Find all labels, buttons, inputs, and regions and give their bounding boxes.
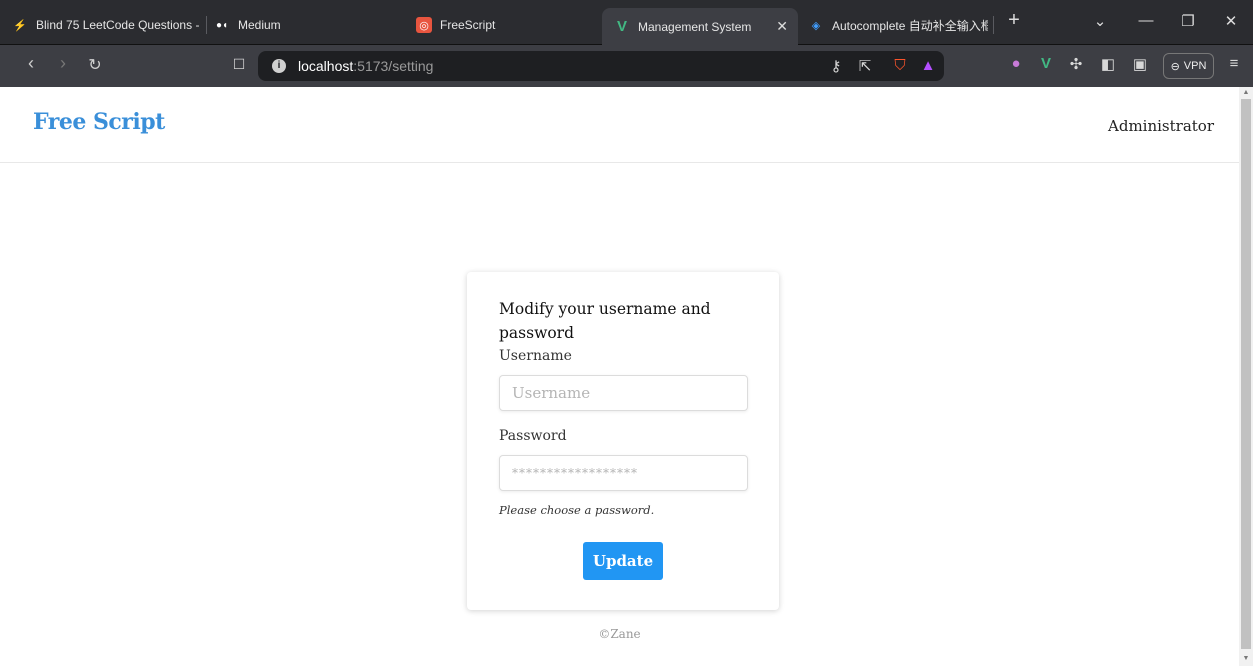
vue-devtools-icon[interactable]: V <box>1036 55 1056 72</box>
password-key-icon[interactable]: ⚷ <box>826 57 846 75</box>
forward-icon[interactable]: › <box>52 53 74 74</box>
settings-card: Modify your username and password Userna… <box>467 272 779 610</box>
vpn-icon: ⊖ <box>1170 60 1180 73</box>
restore-icon[interactable]: ❐ <box>1176 12 1200 30</box>
leetcode-icon: ⚡ <box>13 19 27 32</box>
tab-search-chevron-icon[interactable]: ⌄ <box>1088 12 1112 30</box>
scroll-up-icon[interactable]: ▲ <box>1242 89 1250 96</box>
user-menu[interactable]: Administrator <box>1108 117 1214 135</box>
share-icon[interactable]: ⇱ <box>855 57 875 75</box>
minimize-icon[interactable]: — <box>1134 12 1158 29</box>
username-input[interactable] <box>499 375 748 411</box>
tab-label: Blind 75 LeetCode Questions - Leet <box>36 18 202 32</box>
new-tab-icon[interactable]: + <box>1002 9 1026 32</box>
tab-label: FreeScript <box>440 18 496 32</box>
username-label: Username <box>499 348 572 364</box>
reload-icon[interactable]: ↻ <box>84 55 106 75</box>
form-title: Modify your username and password <box>499 300 711 342</box>
back-icon[interactable]: ‹ <box>20 53 42 74</box>
tab-label: Autocomplete 自动补全输入框 | Ele <box>832 18 988 33</box>
vpn-button[interactable]: ⊖ VPN <box>1163 53 1214 79</box>
close-window-icon[interactable]: ✕ <box>1219 12 1243 30</box>
medium-icon: ●◖ <box>215 19 229 31</box>
close-tab-icon[interactable]: ✕ <box>776 18 788 35</box>
app-header: Free Script Administrator <box>0 87 1239 163</box>
tab-autocomplete[interactable]: ◈ Autocomplete 自动补全输入框 | Ele <box>808 8 988 42</box>
web-page: Free Script Administrator Modify your us… <box>0 87 1239 666</box>
browser-toolbar: ‹ › ↻ ☐ i localhost:5173/setting ⚷ ⇱ ⛉ ▲… <box>0 45 1253 87</box>
url-host: localhost <box>298 58 354 74</box>
update-button[interactable]: Update <box>583 542 663 580</box>
tab-medium[interactable]: ●◖ Medium <box>214 8 394 42</box>
element-icon: ◈ <box>811 19 821 32</box>
tab-divider <box>993 16 994 34</box>
url-text: localhost:5173/setting <box>298 58 433 74</box>
menu-icon[interactable]: ≡ <box>1224 55 1244 72</box>
password-input[interactable] <box>499 455 748 491</box>
copyright-footer: ©Zane <box>598 627 641 641</box>
address-bar[interactable]: i localhost:5173/setting ⚷ ⇱ ⛉ ▲ <box>258 51 944 81</box>
brave-shield-icon[interactable]: ⛉ <box>890 57 910 74</box>
vpn-label: VPN <box>1183 60 1207 72</box>
freescript-icon: ◎ <box>416 17 432 33</box>
vue-icon: V <box>616 18 627 35</box>
scroll-down-icon[interactable]: ▼ <box>1242 655 1250 662</box>
tab-label: Medium <box>238 18 281 32</box>
bookmark-icon[interactable]: ☐ <box>228 56 250 73</box>
wallet-icon[interactable]: ▣ <box>1130 55 1150 73</box>
browser-window: ⚡ Blind 75 LeetCode Questions - Leet ●◖ … <box>0 0 1253 666</box>
brand-logo[interactable]: Free Script <box>33 109 165 135</box>
url-path: :5173/setting <box>353 58 434 74</box>
tab-leetcode[interactable]: ⚡ Blind 75 LeetCode Questions - Leet <box>12 8 202 42</box>
extensions-icon[interactable]: ✣ <box>1066 55 1086 73</box>
brave-rewards-icon[interactable]: ▲ <box>918 57 938 74</box>
site-info-icon[interactable]: i <box>272 59 286 73</box>
sidebar-icon[interactable]: ◧ <box>1098 55 1118 73</box>
tab-bar: ⚡ Blind 75 LeetCode Questions - Leet ●◖ … <box>0 0 1253 45</box>
password-hint: Please choose a password. <box>499 503 655 517</box>
extension-profile-icon[interactable]: ● <box>1006 55 1026 72</box>
tab-management-system[interactable]: V Management System ✕ <box>602 8 798 45</box>
tab-divider <box>206 16 207 34</box>
page-scrollbar[interactable]: ▲ ▼ <box>1239 87 1253 666</box>
tab-freescript[interactable]: ◎ FreeScript <box>416 8 596 42</box>
tab-label: Management System <box>638 19 752 34</box>
password-label: Password <box>499 428 567 444</box>
scroll-thumb[interactable] <box>1241 99 1251 649</box>
